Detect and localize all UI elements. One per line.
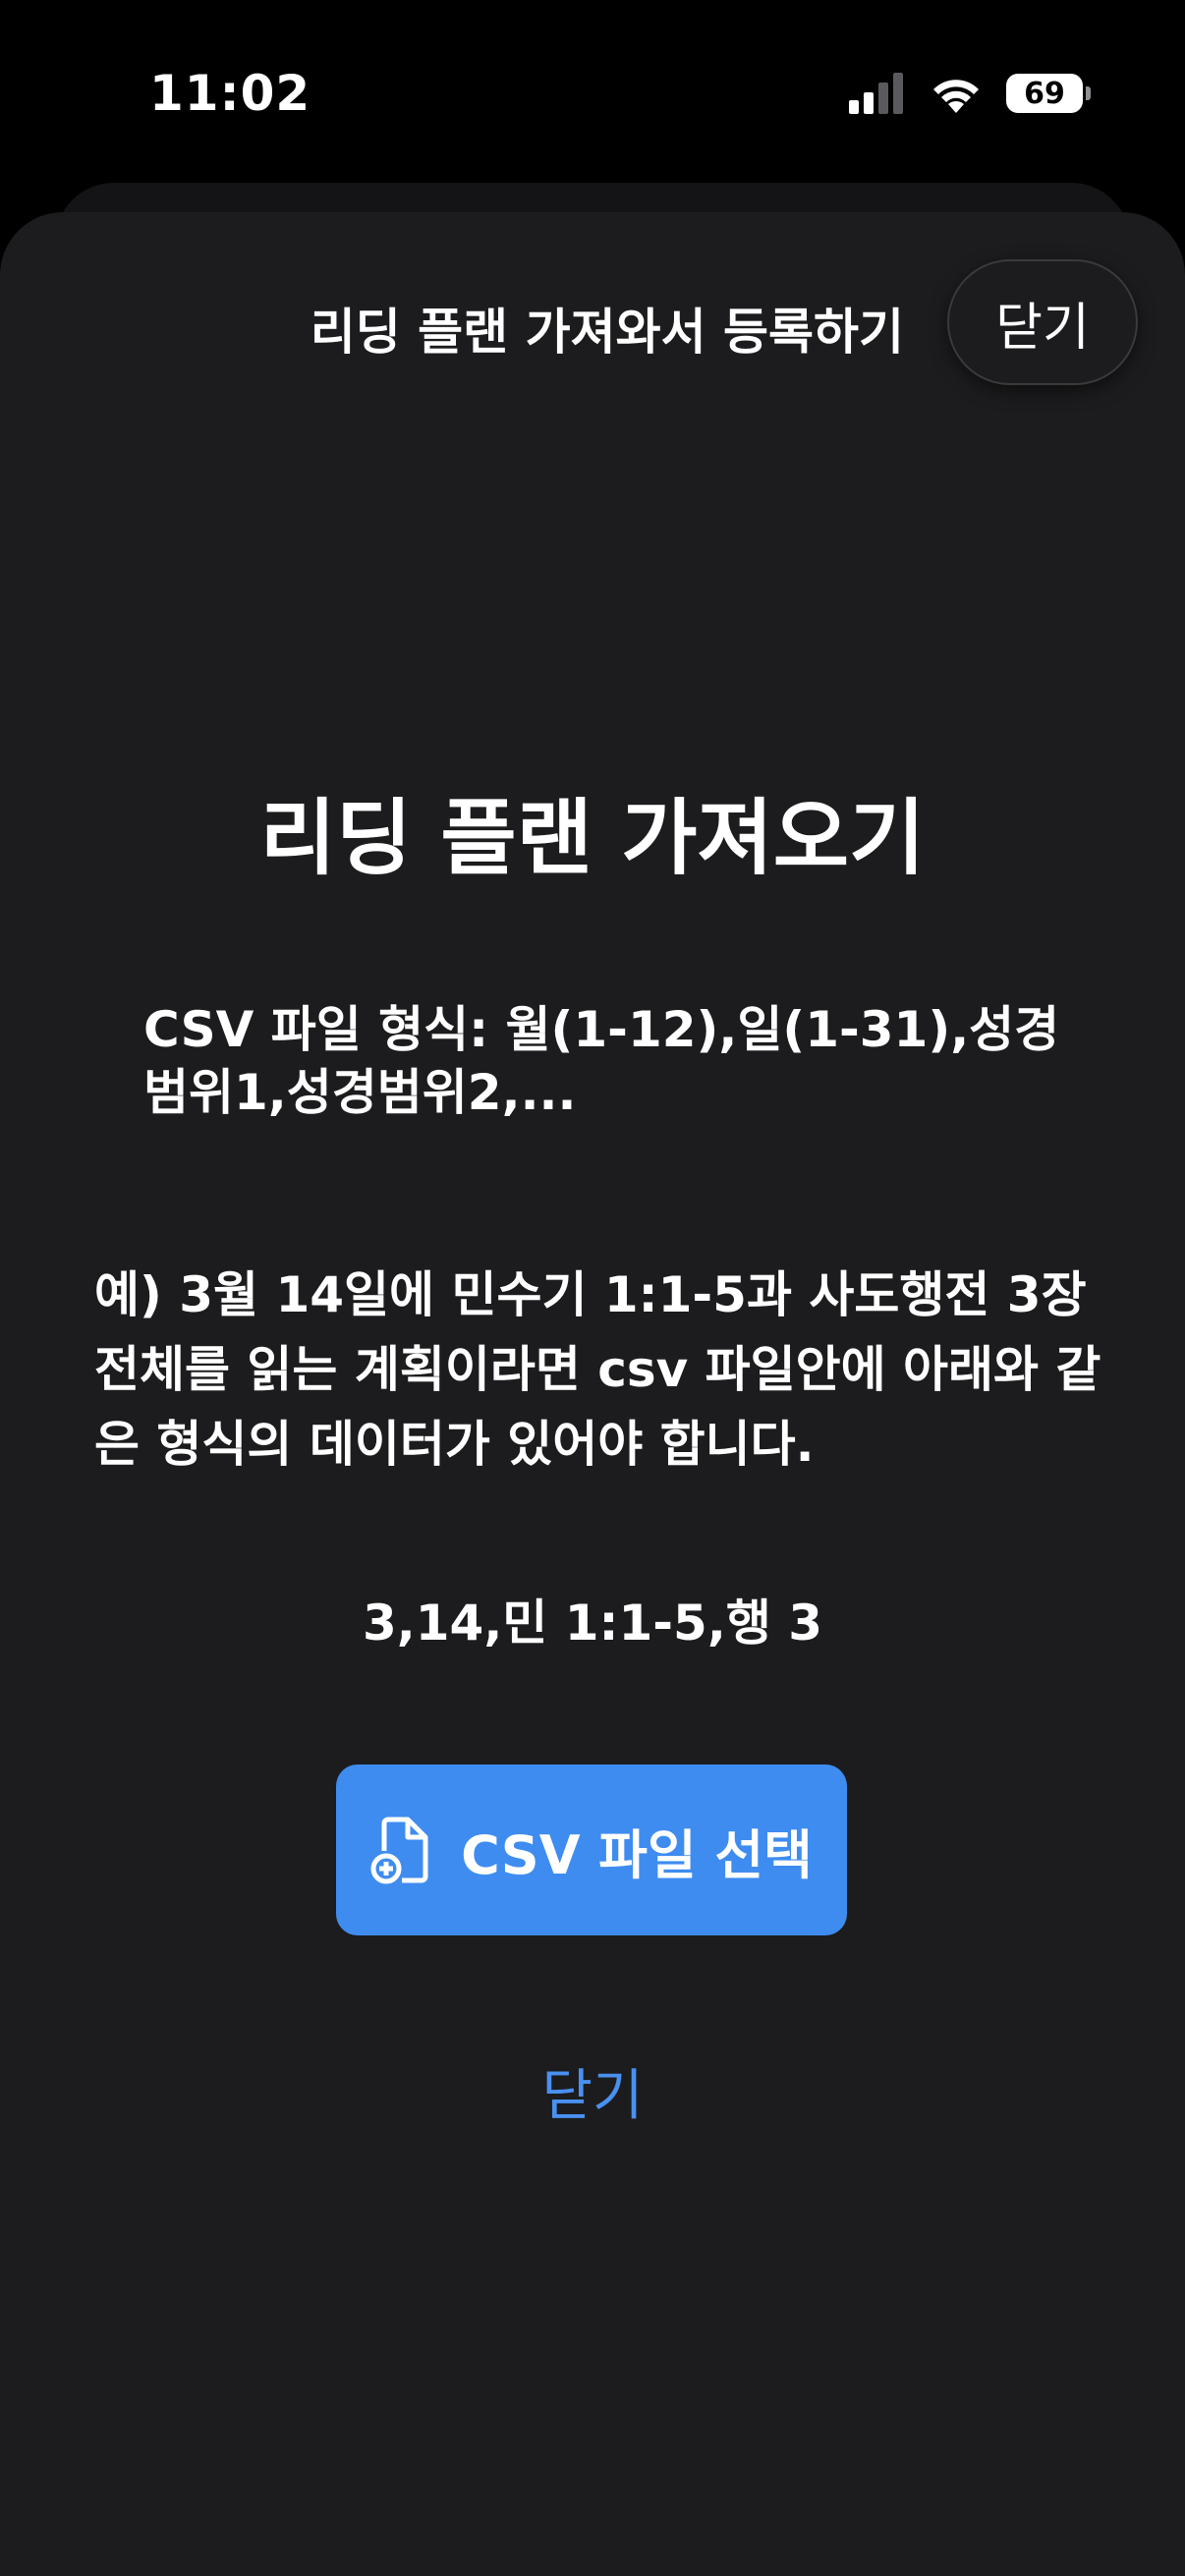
status-bar: 11:02 69 (0, 0, 1185, 187)
close-link[interactable]: 닫기 (0, 2051, 1185, 2131)
status-icons: 69 (849, 73, 1091, 114)
select-csv-button-label: CSV 파일 선택 (461, 1823, 813, 1886)
battery-icon: 69 (1006, 74, 1091, 113)
page-heading: 리딩 플랜 가져오기 (259, 790, 926, 886)
select-csv-button[interactable]: CSV 파일 선택 (336, 1764, 847, 1935)
example-description: 예) 3월 14일에 민수기 1:1-5과 사도행전 3장 전체를 읽는 계획이… (94, 1266, 1101, 1473)
wifi-icon (933, 80, 979, 113)
close-button[interactable]: 닫기 (947, 259, 1138, 385)
battery-level: 69 (1024, 76, 1065, 111)
battery-nub (1086, 86, 1091, 100)
sample-csv-line: 3,14,민 1:1-5,행 3 (362, 1595, 823, 1652)
status-time: 11:02 (149, 65, 311, 122)
format-description: CSV 파일 형식: 월(1-12),일(1-31),성경범위1,성경범위2,.… (143, 1001, 1060, 1121)
file-plus-icon (370, 1817, 428, 1884)
sheet-title: 리딩 플랜 가져와서 등록하기 (310, 304, 904, 361)
import-sheet: 리딩 플랜 가져와서 등록하기 닫기 리딩 플랜 가져오기 CSV 파일 형식:… (0, 212, 1185, 2576)
signal-icon (849, 73, 903, 114)
